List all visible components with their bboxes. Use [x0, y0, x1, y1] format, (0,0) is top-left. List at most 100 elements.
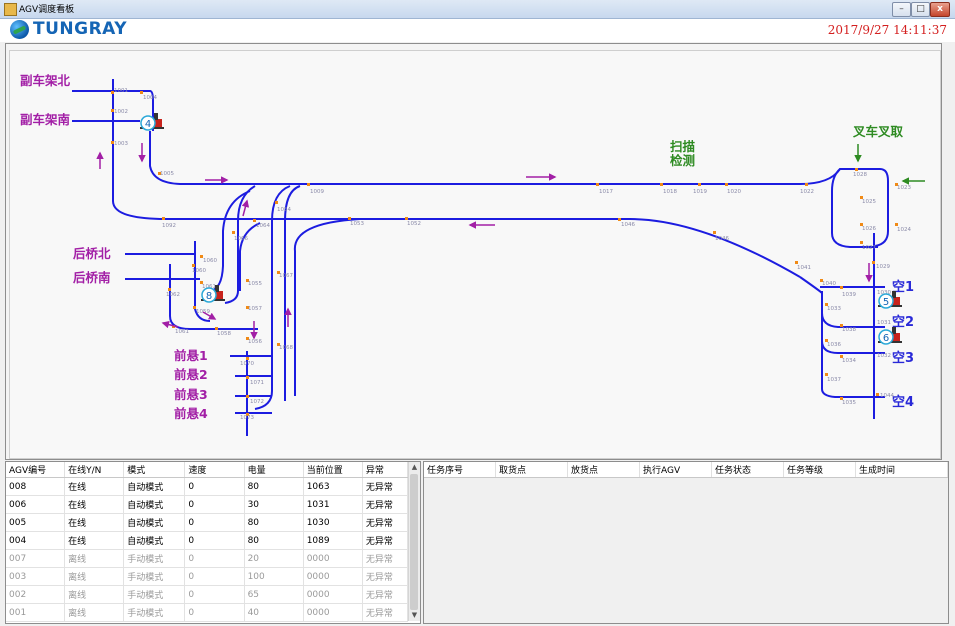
node-label: 1037: [827, 377, 841, 383]
area-label-qianxuan-2: 前悬2: [174, 367, 208, 382]
cell-mode: 手动模式: [123, 549, 186, 568]
node-label: 1033: [827, 306, 841, 312]
cell-mode: 自动模式: [123, 531, 186, 550]
cell-mode: 手动模式: [123, 585, 186, 604]
col-agv-id[interactable]: AGV编号: [6, 462, 66, 478]
cell-error: 无异常: [362, 603, 409, 622]
globe-icon: [10, 20, 29, 39]
node-label: 1028: [853, 172, 867, 178]
cell-error: 无异常: [362, 567, 409, 586]
node-marker: [232, 231, 235, 234]
col-mode[interactable]: 模式: [123, 462, 186, 478]
node-marker: [162, 217, 165, 220]
cell-battery: 40: [244, 603, 304, 622]
task-table-header: 任务序号 取货点 放货点 执行AGV 任务状态 任务等级 生成时间: [424, 462, 948, 478]
col-online[interactable]: 在线Y/N: [64, 462, 125, 478]
scroll-up-icon[interactable]: ▲: [409, 462, 420, 473]
node-label: 1020: [727, 189, 741, 195]
node-label: 1024: [897, 227, 911, 233]
cell-battery: 100: [244, 567, 304, 586]
table-row[interactable]: 008 在线 自动模式 0 80 1063 无异常: [6, 477, 409, 496]
cell-position: 0000: [303, 567, 363, 586]
col-task-priority[interactable]: 任务等级: [783, 462, 856, 478]
cell-online: 在线: [64, 477, 125, 496]
col-speed[interactable]: 速度: [184, 462, 245, 478]
cell-position: 0000: [303, 585, 363, 604]
cell-online: 在线: [64, 513, 125, 532]
cell-mode: 自动模式: [123, 513, 186, 532]
node-marker: [275, 201, 278, 204]
node-label: 1067: [279, 273, 293, 279]
route-map-svg: 1001 1002 1004 1003 1005 1009 1017 1018 …: [20, 73, 925, 436]
table-row[interactable]: 001 离线 手动模式 0 40 0000 无异常: [6, 603, 409, 622]
scroll-thumb[interactable]: [410, 474, 418, 610]
track-center-vertical-a: [271, 185, 291, 391]
maximize-button[interactable]: □: [911, 2, 930, 17]
table-row[interactable]: 007 离线 手动模式 0 20 0000 无异常: [6, 549, 409, 568]
col-created-time[interactable]: 生成时间: [855, 462, 948, 478]
scroll-down-icon[interactable]: ▼: [409, 610, 420, 621]
node-label: 1040: [822, 281, 836, 287]
col-pickup[interactable]: 取货点: [495, 462, 568, 478]
node-marker: [825, 373, 828, 376]
task-table: 任务序号 取货点 放货点 执行AGV 任务状态 任务等级 生成时间: [424, 462, 948, 478]
node-label: 1003: [114, 141, 128, 147]
direction-arrows: [96, 143, 873, 340]
node-label: 1072: [250, 399, 264, 405]
task-panel: 任务序号 取货点 放货点 执行AGV 任务状态 任务等级 生成时间: [423, 461, 949, 624]
agv-number: 8: [206, 291, 212, 302]
cell-online: 在线: [64, 531, 125, 550]
cell-online: 离线: [64, 549, 125, 568]
node-marker: [876, 393, 879, 396]
minimize-button[interactable]: –: [892, 2, 911, 17]
agv-number: 4: [145, 119, 151, 130]
node-label: 1064: [256, 223, 270, 229]
agv-table-scrollbar[interactable]: ▲ ▼: [408, 462, 420, 621]
col-battery[interactable]: 电量: [244, 462, 304, 478]
node-label: 1062: [166, 292, 180, 298]
table-row[interactable]: 004 在线 自动模式 0 80 1089 无异常: [6, 531, 409, 550]
cell-speed: 0: [184, 477, 245, 496]
table-row[interactable]: 003 离线 手动模式 0 100 0000 无异常: [6, 567, 409, 586]
col-task-status[interactable]: 任务状态: [711, 462, 784, 478]
node-label: 1092: [162, 223, 176, 229]
cell-battery: 20: [244, 549, 304, 568]
area-label-qianxuan-3: 前悬3: [174, 387, 208, 402]
window-title: AGV调度看板: [19, 5, 75, 15]
track-right-loop-inner: [831, 168, 878, 248]
cell-speed: 0: [184, 549, 245, 568]
node-marker: [698, 183, 701, 186]
node-marker: [795, 261, 798, 264]
node-marker: [872, 261, 875, 264]
col-position[interactable]: 当前位置: [303, 462, 363, 478]
col-exec-agv[interactable]: 执行AGV: [639, 462, 712, 478]
cell-mode: 手动模式: [123, 567, 186, 586]
node-label: 1027: [862, 245, 876, 251]
cell-online: 在线: [64, 495, 125, 514]
company-logo: TUNGRAY: [10, 19, 131, 40]
cell-position: 1089: [303, 531, 363, 550]
node-marker: [405, 217, 408, 220]
table-row[interactable]: 005 在线 自动模式 0 80 1030 无异常: [6, 513, 409, 532]
node-label: 1060: [203, 258, 217, 264]
cell-position: 1031: [303, 495, 363, 514]
close-button[interactable]: x: [930, 2, 950, 17]
arrow-up-icon: [241, 199, 250, 217]
table-row[interactable]: 002 离线 手动模式 0 65 0000 无异常: [6, 585, 409, 604]
col-task-id[interactable]: 任务序号: [424, 462, 496, 478]
col-dropoff[interactable]: 放货点: [567, 462, 640, 478]
cell-online: 离线: [64, 603, 125, 622]
node-label: 1038: [842, 327, 856, 333]
table-row[interactable]: 006 在线 自动模式 0 30 1031 无异常: [6, 495, 409, 514]
track-right-lower-curve: [799, 276, 823, 294]
node-label: 1031: [877, 320, 891, 326]
node-marker: [618, 218, 621, 221]
col-error[interactable]: 异常: [362, 462, 409, 478]
node-label: 1032: [877, 353, 891, 359]
agv-route-map: 1001 1002 1004 1003 1005 1009 1017 1018 …: [9, 50, 941, 459]
node-label: 1001: [114, 88, 128, 94]
node-label: 1066: [234, 236, 248, 242]
cell-error: 无异常: [362, 549, 409, 568]
cell-position: 1063: [303, 477, 363, 496]
title-bar: AGV调度看板 – □ x: [0, 0, 955, 19]
